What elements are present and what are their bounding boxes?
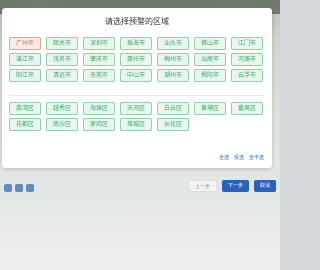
district-grid: 荔湾区 越秀区 海珠区 天河区 白云区 黄埔区 番禺区花都区 南沙区 萝岗区 增城区 从化区 <box>9 102 269 131</box>
next-button[interactable]: 下一步 <box>221 180 249 192</box>
city-chip[interactable]: 汕头市 <box>157 37 189 50</box>
city-chip[interactable]: 东莞市 <box>83 69 115 82</box>
select-all-link[interactable]: 全选 <box>219 154 229 161</box>
page-indicator <box>4 184 34 192</box>
selection-links: 全选 反选 全不选 <box>219 154 264 161</box>
city-chip[interactable]: 珠海市 <box>120 37 152 50</box>
district-chip[interactable]: 越秀区 <box>46 102 78 115</box>
city-chip[interactable]: 肇庆市 <box>83 53 115 66</box>
city-chip[interactable]: 惠州市 <box>120 53 152 66</box>
district-chip[interactable]: 增城区 <box>120 118 152 131</box>
prev-button[interactable]: 上一步 <box>187 180 217 192</box>
district-chip[interactable]: 番禺区 <box>231 102 263 115</box>
dialog-title: 请选择预警的区域 <box>105 17 169 26</box>
city-chip[interactable]: 揭阳市 <box>194 69 226 82</box>
city-chip[interactable]: 广州市 <box>9 37 41 50</box>
district-chip[interactable]: 萝岗区 <box>83 118 115 131</box>
city-chip[interactable]: 汕尾市 <box>194 53 226 66</box>
district-chip[interactable]: 南沙区 <box>46 118 78 131</box>
city-chip[interactable]: 云浮市 <box>231 69 263 82</box>
city-chip[interactable]: 梅州市 <box>157 53 189 66</box>
page-dot <box>4 184 12 192</box>
region-select-dialog: 请选择预警的区域 广州市 韶关市 深圳市 珠海市 汕头市 佛山市 江门市湛江市 茂名市 肇庆市惠… <box>2 8 272 168</box>
district-chip[interactable]: 黄埔区 <box>194 102 226 115</box>
city-chip[interactable]: 佛山市 <box>194 37 226 50</box>
invert-selection-link[interactable]: 反选 <box>234 154 244 161</box>
city-chip[interactable]: 深圳市 <box>83 37 115 50</box>
wizard-nav: 上一步 下一步 取消 <box>187 180 276 192</box>
district-chip[interactable]: 从化区 <box>157 118 189 131</box>
city-grid: 广州市 韶关市 深圳市 珠海市 汕头市 佛山市 江门市湛江市 茂名市 肇庆市 惠州市 梅州市 汕尾市河… <box>9 37 269 82</box>
page-dot <box>26 184 34 192</box>
city-chip[interactable]: 江门市 <box>231 37 263 50</box>
district-chip[interactable]: 天河区 <box>120 102 152 115</box>
district-chip[interactable]: 海珠区 <box>83 102 115 115</box>
district-chip[interactable]: 花都区 <box>9 118 41 131</box>
city-chip[interactable]: 清远市 <box>46 69 78 82</box>
district-chip[interactable]: 白云区 <box>157 102 189 115</box>
district-chip[interactable]: 荔湾区 <box>9 102 41 115</box>
city-chip[interactable]: 潮州市 <box>157 69 189 82</box>
city-chip[interactable]: 河源市 <box>231 53 263 66</box>
city-chip[interactable]: 湛江市 <box>9 53 41 66</box>
city-chip[interactable]: 韶关市 <box>46 37 78 50</box>
city-chip[interactable]: 阳江市 <box>9 69 41 82</box>
divider <box>9 95 264 96</box>
page-dot <box>15 184 23 192</box>
city-chip[interactable]: 中山市 <box>120 69 152 82</box>
city-chip[interactable]: 茂名市 <box>46 53 78 66</box>
cancel-button[interactable]: 取消 <box>253 180 276 192</box>
select-none-link[interactable]: 全不选 <box>249 154 264 161</box>
